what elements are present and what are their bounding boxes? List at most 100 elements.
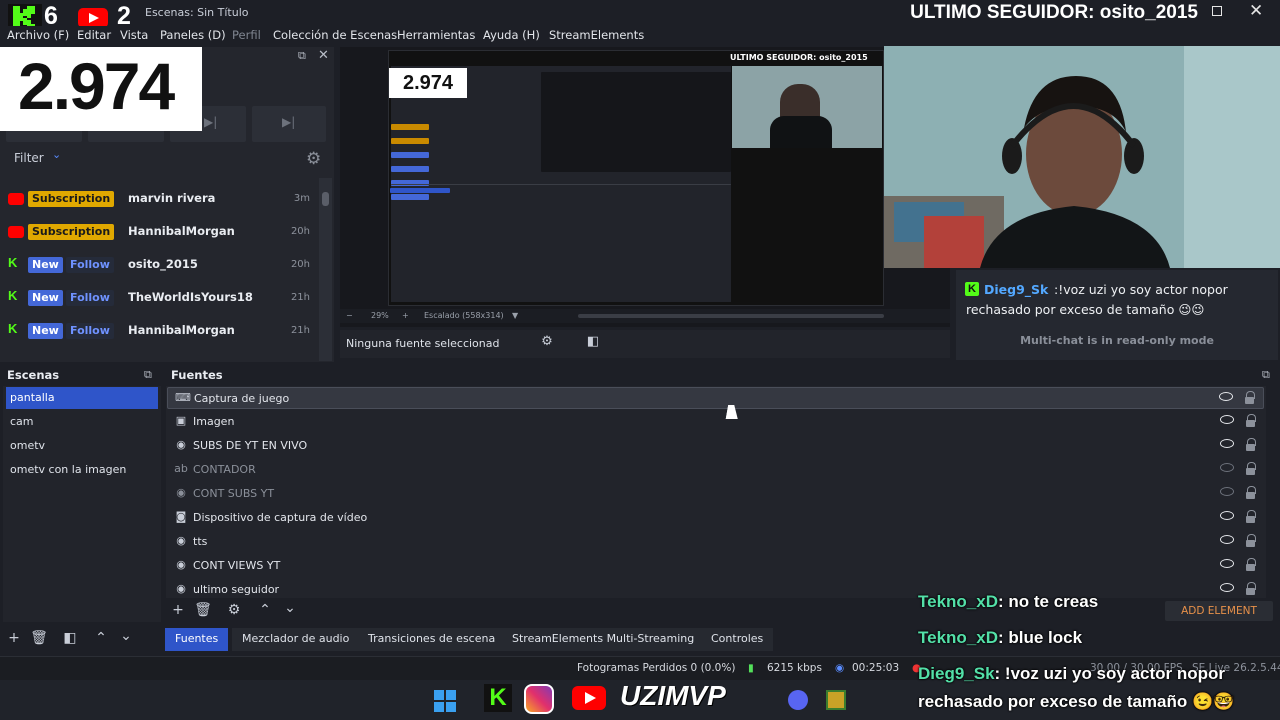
feed-control-button[interactable]: ▶| <box>252 106 326 142</box>
preview-hscroll[interactable] <box>578 314 884 318</box>
close-dock-icon[interactable]: ✕ <box>318 48 329 63</box>
trash-icon[interactable]: 🗑 <box>194 602 212 618</box>
mini-follow-badge <box>391 180 429 186</box>
float-dock-icon[interactable]: ⧉ <box>144 368 152 382</box>
eye-icon[interactable] <box>1220 511 1234 520</box>
scene-item[interactable]: ometv <box>6 435 158 457</box>
chevron-down-icon[interactable]: ⌄ <box>117 628 135 644</box>
chevron-down-icon[interactable]: ▼ <box>512 311 518 320</box>
menu-paneles[interactable]: Paneles (D) <box>160 28 226 42</box>
lock-icon[interactable] <box>1246 582 1256 595</box>
mini-preview <box>541 72 731 172</box>
feed-user: HannibalMorgan <box>128 323 235 337</box>
tab-mezclador[interactable]: Mezclador de audio <box>232 628 360 651</box>
source-item[interactable]: ◉ ultimo seguidor <box>167 579 1264 601</box>
feed-time: 20h <box>290 226 310 237</box>
gear-icon[interactable]: ⚙ <box>225 602 243 618</box>
menu-editar[interactable]: Editar <box>77 28 111 42</box>
source-item[interactable]: ab CONTADOR <box>167 459 1264 481</box>
feed-item[interactable]: Subscription marvin rivera 3m <box>0 184 318 217</box>
eye-icon[interactable] <box>1220 583 1234 592</box>
lock-icon[interactable] <box>1246 486 1256 499</box>
maximize-icon[interactable] <box>1212 6 1222 16</box>
menu-herramientas[interactable]: Herramientas <box>397 28 475 42</box>
eye-hidden-icon[interactable] <box>1220 463 1234 472</box>
float-dock-icon[interactable]: ⧉ <box>1262 368 1270 382</box>
eye-icon[interactable] <box>1219 392 1233 401</box>
signal-icon: ▮ <box>748 662 754 674</box>
subscription-badge: Subscription <box>28 224 115 240</box>
gear-icon[interactable]: ⚙ <box>536 334 558 352</box>
feed-user: TheWorldIsYours18 <box>128 290 253 304</box>
image-icon: ▣ <box>175 414 187 427</box>
feed-item[interactable]: Subscription HannibalMorgan 20h <box>0 217 318 250</box>
lock-icon[interactable] <box>1245 391 1255 404</box>
overlay-chat-msg: : !voz uzi yo soy actor nopor <box>994 664 1226 683</box>
eye-icon[interactable] <box>1220 535 1234 544</box>
filters-icon[interactable]: ◧ <box>582 334 604 352</box>
app-icon[interactable] <box>826 690 846 710</box>
tab-fuentes[interactable]: Fuentes <box>165 628 229 651</box>
source-item[interactable]: ◙ Dispositivo de captura de vídeo <box>167 507 1264 529</box>
scene-item[interactable]: cam <box>6 411 158 433</box>
lock-icon[interactable] <box>1246 558 1256 571</box>
float-dock-icon[interactable]: ⧉ <box>298 49 306 63</box>
chevron-up-icon[interactable]: ⌃ <box>256 602 274 618</box>
lock-icon[interactable] <box>1246 438 1256 451</box>
filters-icon[interactable]: ◧ <box>61 630 79 646</box>
gear-icon[interactable]: ⚙ <box>306 149 321 169</box>
eye-icon[interactable] <box>1220 439 1234 448</box>
source-label: SUBS DE YT EN VIVO <box>193 439 308 452</box>
lock-icon[interactable] <box>1246 462 1256 475</box>
filter-label[interactable]: Filter <box>14 151 44 165</box>
feed-item[interactable]: K New Follow TheWorldIsYours18 21h <box>0 283 318 316</box>
feed-scroll-thumb[interactable] <box>322 192 329 206</box>
eye-icon[interactable] <box>1220 415 1234 424</box>
eye-icon[interactable] <box>1220 559 1234 568</box>
source-label: CONTADOR <box>193 463 256 476</box>
menu-streamelements[interactable]: StreamElements <box>549 28 644 42</box>
kick-icon: K <box>8 288 18 303</box>
menu-archivo[interactable]: Archivo (F) <box>7 28 69 42</box>
feed-time: 21h <box>290 292 310 303</box>
source-item[interactable]: ◉ CONT SUBS YT <box>167 483 1264 505</box>
source-item[interactable]: ⌨ Captura de juego <box>167 387 1264 409</box>
feed-item[interactable]: K New Follow HannibalMorgan 21h <box>0 316 318 349</box>
trash-icon[interactable]: 🗑 <box>30 630 48 646</box>
lock-icon[interactable] <box>1246 534 1256 547</box>
add-scene-icon[interactable]: + <box>5 630 23 646</box>
tab-multistreaming[interactable]: StreamElements Multi-Streaming <box>502 628 705 651</box>
lock-icon[interactable] <box>1246 414 1256 427</box>
zoom-out-icon[interactable]: − <box>346 311 353 320</box>
feed-user: osito_2015 <box>128 257 198 271</box>
discord-icon[interactable] <box>788 690 808 710</box>
menu-perfil[interactable]: Perfil <box>232 28 261 42</box>
source-item[interactable]: ◉ tts <box>167 531 1264 553</box>
scene-item[interactable]: pantalla <box>6 387 158 409</box>
source-item[interactable]: ▣ Imagen <box>167 411 1264 433</box>
menu-coleccion-escenas[interactable]: Colección de Escenas <box>273 28 397 42</box>
add-source-icon[interactable]: + <box>169 602 187 618</box>
menu-ayuda[interactable]: Ayuda (H) <box>483 28 540 42</box>
zoom-in-icon[interactable]: + <box>402 311 409 320</box>
overlay-chat-msg: rechasado por exceso de tamaño 😉🤓 <box>918 692 1235 711</box>
tab-transiciones[interactable]: Transiciones de escena <box>358 628 506 651</box>
tab-controles[interactable]: Controles <box>701 628 774 651</box>
eye-hidden-icon[interactable] <box>1220 487 1234 496</box>
add-element-button[interactable]: ADD ELEMENT <box>1165 601 1273 621</box>
lock-icon[interactable] <box>1246 510 1256 523</box>
chevron-up-icon[interactable]: ⌃ <box>92 630 110 646</box>
menu-vista[interactable]: Vista <box>120 28 148 42</box>
source-item[interactable]: ◉ CONT VIEWS YT <box>167 555 1264 577</box>
feed-item[interactable]: K New Follow osito_2015 20h <box>0 250 318 283</box>
chevron-down-icon[interactable]: ⌄ <box>281 600 299 616</box>
close-icon[interactable]: ✕ <box>1249 1 1263 21</box>
overlay-chat-line: rechasado por exceso de tamaño 😉🤓 <box>918 692 1234 712</box>
overlay-chat-user: Tekno_xD <box>918 592 998 611</box>
scene-item[interactable]: ometv con la imagen <box>6 459 158 481</box>
source-item[interactable]: ◉ SUBS DE YT EN VIVO <box>167 435 1264 457</box>
preview-nested-obs <box>390 66 731 302</box>
chevron-down-icon[interactable]: ⌄ <box>52 148 61 161</box>
windows-start-icon[interactable] <box>434 690 456 712</box>
feed-time: 3m <box>293 193 310 204</box>
